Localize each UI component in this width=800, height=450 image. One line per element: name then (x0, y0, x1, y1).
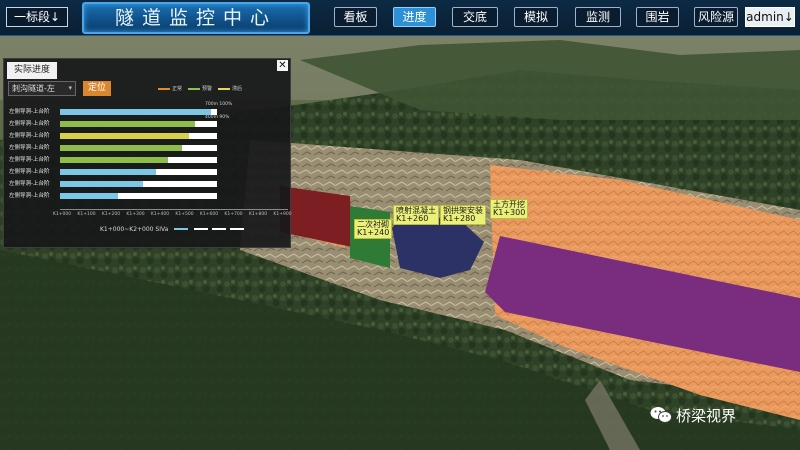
x-axis-tick: K1+000 (52, 212, 72, 217)
chevron-down-icon: ↓ (783, 10, 794, 24)
legend-swatch (218, 87, 230, 90)
section-select-label: 一标段 (13, 10, 50, 24)
x-axis-tick: K1+200 (101, 212, 121, 217)
row-label: 左侧导洞-上台阶 (9, 181, 50, 187)
nav-tab-simulation[interactable]: 模拟 (514, 7, 558, 27)
user-menu[interactable]: admin↓ (745, 7, 795, 27)
legend-warning: 预警 (188, 84, 212, 94)
axis-legend-swatch (194, 228, 208, 230)
x-axis-tick: K1+400 (150, 212, 170, 217)
chevron-down-icon: ↓ (49, 10, 61, 24)
nav-tab-surrounding-rock[interactable]: 围岩 (636, 7, 679, 27)
row-label: 左侧导洞-上台阶 (9, 133, 50, 139)
top-bar: 一标段↓ 隧道监控中心 看板 进度 交底 模拟 监测 围岩 风险源 admin↓ (0, 0, 800, 36)
nav-tab-risk-source[interactable]: 风险源 (694, 7, 738, 27)
progress-bar-fill (60, 169, 156, 175)
progress-bar-fill (60, 121, 196, 127)
locate-button[interactable]: 定位 (83, 81, 111, 96)
x-axis-tick: K1+900 (273, 212, 292, 217)
nav-tab-progress[interactable]: 进度 (393, 7, 436, 27)
legend-normal: 正常 (158, 84, 182, 94)
watermark-text: 桥梁视界 (676, 407, 737, 425)
progress-bar (60, 133, 217, 139)
page-title: 隧道监控中心 (114, 7, 277, 29)
x-axis (60, 209, 288, 210)
axis-legend-swatch (230, 228, 244, 230)
progress-bar (60, 145, 217, 151)
progress-bar-fill (60, 145, 183, 151)
row-label: 左侧导洞-上台阶 (9, 145, 50, 151)
stage-label-earth-excavation[interactable]: 土方开挖 K1+300 (490, 199, 529, 219)
progress-bar-fill (60, 133, 189, 139)
chevron-down-icon: ▾ (68, 84, 72, 92)
row-label: 左侧导洞-上台阶 (9, 169, 50, 175)
x-axis-tick: K1+300 (126, 212, 145, 217)
row-label: 左侧导洞-上台阶 (9, 121, 50, 127)
section-select[interactable]: 一标段↓ (6, 7, 68, 27)
stage-label-steel-arch[interactable]: 钢拱架安装 K1+280 (440, 205, 486, 225)
legend-label: 正常 (172, 86, 183, 92)
stage-mileage: K1+300 (493, 208, 526, 217)
legend-swatch (158, 87, 170, 90)
nav-tab-dashboard[interactable]: 看板 (334, 7, 377, 27)
tab-actual-progress[interactable]: 实际进度 (7, 62, 57, 79)
progress-bar-fill (60, 181, 144, 187)
progress-bar (60, 169, 217, 175)
progress-bar-fill (60, 193, 119, 199)
scale-note: 400m 90% (205, 115, 230, 120)
close-icon[interactable]: ✕ (277, 60, 288, 71)
progress-bar (60, 109, 217, 115)
axis-caption: K1+000~K2+000 SIVa (100, 226, 169, 233)
x-axis-tick: K1+800 (248, 212, 268, 217)
nav-tab-monitoring[interactable]: 监测 (575, 7, 621, 27)
stage-label-shotcrete[interactable]: 喷射混凝土 K1+260 (393, 205, 439, 225)
stage-mileage: K1+280 (443, 214, 476, 223)
axis-legend-swatch (212, 228, 226, 230)
wechat-icon (650, 407, 672, 423)
axis-legend-swatch (174, 228, 188, 230)
scale-note: 700m 100% (205, 102, 233, 107)
legend-label: 滞后 (232, 86, 243, 92)
progress-bar (60, 181, 217, 187)
progress-bar (60, 157, 217, 163)
legend-label: 预警 (202, 86, 213, 92)
legend-swatch (188, 87, 200, 90)
stage-mileage: K1+260 (396, 214, 429, 223)
tunnel-select-value: 刺沟隧道-左 (12, 84, 55, 93)
tunnel-select[interactable]: 刺沟隧道-左 ▾ (8, 81, 76, 96)
x-axis-tick: K1+600 (199, 212, 219, 217)
row-label: 左侧导洞-上台阶 (9, 157, 50, 163)
user-name: admin (746, 10, 784, 24)
x-axis-tick: K1+700 (224, 212, 243, 217)
x-axis-tick: K1+500 (175, 212, 194, 217)
legend-lagging: 滞后 (218, 84, 242, 94)
row-label: 左侧导洞-上台阶 (9, 193, 50, 199)
row-label: 左侧导洞-上台阶 (9, 109, 50, 115)
stage-label-secondary-lining[interactable]: 二次衬砌 K1+240 (354, 219, 393, 239)
nav-tab-briefing[interactable]: 交底 (452, 7, 498, 27)
progress-bar (60, 121, 217, 127)
progress-bar-fill (60, 157, 169, 163)
title-banner: 隧道监控中心 (82, 2, 310, 34)
progress-bar-fill (60, 109, 211, 115)
stage-mileage: K1+240 (357, 228, 390, 237)
progress-bar (60, 193, 217, 199)
progress-panel: 实际进度 ✕ 刺沟隧道-左 ▾ 定位 正常 预警 滞后 700m 100% 40… (3, 58, 292, 248)
x-axis-tick: K1+100 (77, 212, 96, 217)
